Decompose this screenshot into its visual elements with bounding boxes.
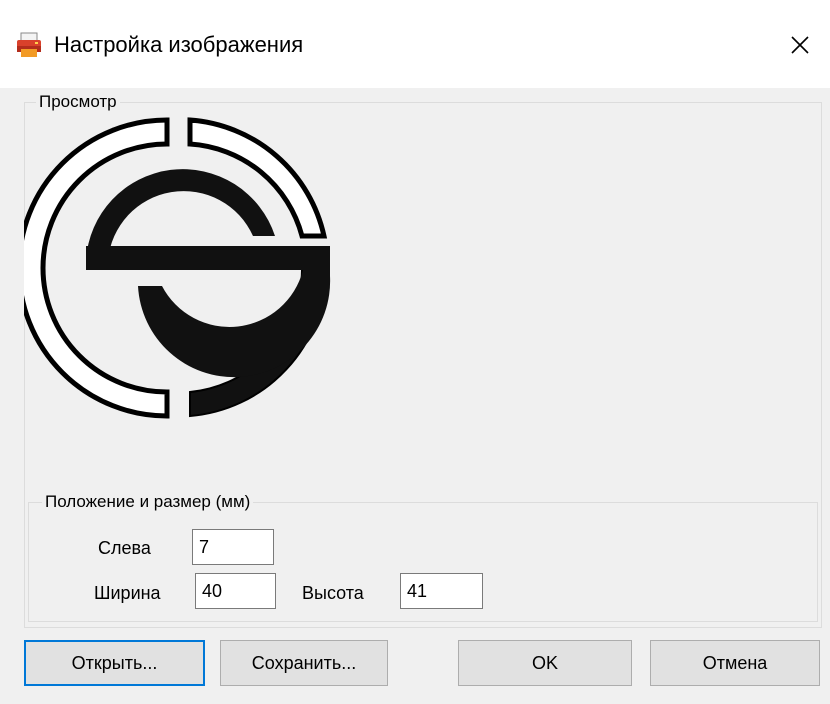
window-title: Настройка изображения bbox=[54, 32, 304, 57]
preview-image bbox=[24, 117, 331, 419]
width-label: Ширина bbox=[94, 583, 161, 603]
open-button[interactable]: Открыть... bbox=[24, 640, 205, 686]
preview-legend: Просмотр bbox=[36, 92, 120, 112]
height-input[interactable] bbox=[400, 573, 483, 609]
left-input[interactable] bbox=[192, 529, 274, 565]
printer-app-icon bbox=[17, 32, 41, 57]
cancel-button[interactable]: Отмена bbox=[650, 640, 820, 686]
save-button[interactable]: Сохранить... bbox=[220, 640, 388, 686]
position-legend: Положение и размер (мм) bbox=[42, 492, 254, 512]
width-input[interactable] bbox=[195, 573, 276, 609]
left-label: Слева bbox=[98, 538, 151, 558]
height-label: Высота bbox=[302, 583, 364, 603]
close-icon bbox=[791, 36, 809, 54]
ok-button[interactable]: OK bbox=[458, 640, 632, 686]
title-bar: Настройка изображения bbox=[0, 0, 830, 88]
close-button[interactable] bbox=[770, 16, 830, 74]
